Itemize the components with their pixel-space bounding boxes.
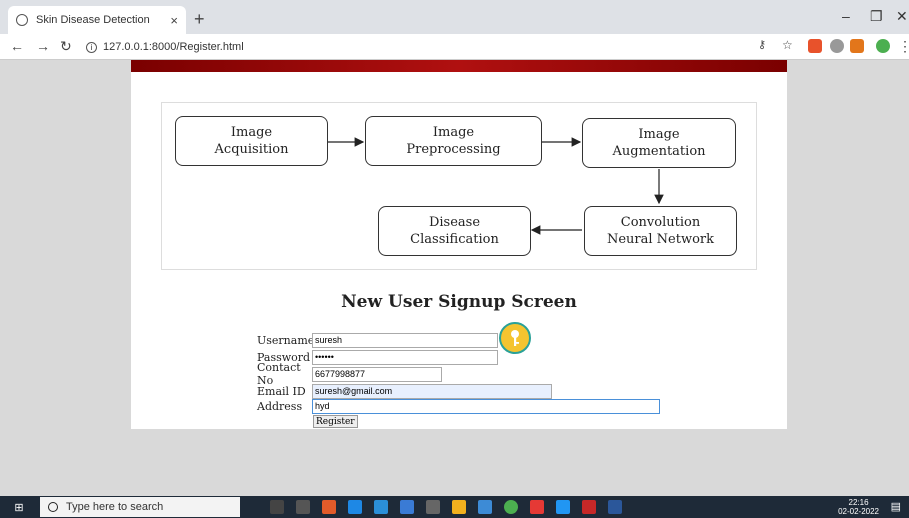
username-label: Username	[257, 333, 315, 347]
edge-icon[interactable]	[348, 500, 362, 514]
tab-close-icon[interactable]: ×	[170, 13, 178, 28]
windows-start-icon[interactable]: ⊞	[8, 496, 30, 518]
tab-strip: Skin Disease Detection × + – ❐ ✕	[0, 0, 909, 34]
username-input[interactable]	[312, 332, 498, 348]
diagram-node-cnn: Convolution Neural Network	[584, 206, 737, 256]
globe-icon	[16, 14, 28, 26]
email-label: Email ID	[257, 384, 306, 398]
star-icon[interactable]: ☆	[782, 38, 793, 52]
word-icon[interactable]	[608, 500, 622, 514]
contact-row: Contact No	[257, 361, 442, 387]
back-icon[interactable]: ←	[10, 38, 24, 54]
metamask-icon[interactable]	[850, 39, 864, 53]
url-text: 127.0.0.1:8000/Register.html	[103, 41, 244, 53]
extension-icon[interactable]	[830, 39, 844, 53]
minimize-icon[interactable]: –	[842, 8, 850, 24]
email-row: Email ID	[257, 383, 552, 399]
register-button[interactable]: Register	[313, 415, 358, 428]
search-placeholder: Type here to search	[66, 501, 164, 513]
address-input[interactable]	[312, 398, 660, 414]
extension-icon[interactable]	[808, 39, 822, 53]
password-input[interactable]	[312, 349, 498, 365]
task-view-icon[interactable]	[296, 500, 310, 514]
app-icon[interactable]	[478, 500, 492, 514]
app-icon[interactable]	[322, 500, 336, 514]
header-banner	[131, 60, 787, 72]
chrome-icon[interactable]	[504, 500, 518, 514]
system-clock[interactable]: 22:16 02-02-2022	[838, 498, 879, 516]
taskbar-search[interactable]: Type here to search	[40, 497, 240, 517]
app-icon[interactable]	[426, 500, 440, 514]
reload-icon[interactable]: ↻	[60, 38, 72, 55]
maximize-icon[interactable]: ❐	[870, 8, 883, 25]
diagram-node-augmentation: Image Augmentation	[582, 118, 736, 168]
browser-tab[interactable]: Skin Disease Detection ×	[8, 6, 186, 34]
app-icon[interactable]	[400, 500, 414, 514]
file-explorer-icon[interactable]	[452, 500, 466, 514]
profile-avatar[interactable]	[876, 39, 890, 53]
workflow-diagram: Image Acquisition Image Preprocessing Imag…	[161, 102, 757, 270]
diagram-node-classification: Disease Classification	[378, 206, 531, 256]
address-row: Address	[257, 398, 660, 414]
tab-title: Skin Disease Detection	[36, 14, 150, 26]
key-icon[interactable]: ⚷	[758, 38, 766, 51]
info-icon[interactable]: i	[86, 41, 97, 53]
app-icon[interactable]	[556, 500, 570, 514]
main-card: Image Acquisition Image Preprocessing Imag…	[131, 72, 787, 429]
app-icon[interactable]	[374, 500, 388, 514]
windows-taskbar: ⊞ Type here to search 22:16 02-02-2022 ▤	[0, 496, 909, 518]
app-icon[interactable]	[582, 500, 596, 514]
notification-icon[interactable]: ▤	[891, 500, 901, 513]
email-input[interactable]	[312, 383, 552, 399]
username-row: Username	[257, 332, 498, 348]
password-manager-key-icon[interactable]	[499, 322, 531, 354]
address-toolbar: ← → ↻ i 127.0.0.1:8000/Register.html ⚷ ☆…	[0, 34, 909, 60]
forward-icon[interactable]: →	[36, 38, 50, 54]
app-icon[interactable]	[530, 500, 544, 514]
diagram-node-preprocessing: Image Preprocessing	[365, 116, 542, 166]
address-bar[interactable]: i 127.0.0.1:8000/Register.html	[86, 37, 746, 57]
contact-input[interactable]	[312, 366, 442, 382]
address-label: Address	[257, 399, 303, 413]
menu-icon[interactable]: ⋮	[898, 38, 909, 55]
window-close-icon[interactable]: ✕	[896, 8, 908, 25]
page-title: New User Signup Screen	[341, 292, 577, 312]
new-tab-button[interactable]: +	[194, 9, 205, 30]
search-icon	[48, 502, 58, 512]
page-content: Image Acquisition Image Preprocessing Imag…	[0, 60, 909, 496]
diagram-node-acquisition: Image Acquisition	[175, 116, 328, 166]
mic-icon[interactable]	[270, 500, 284, 514]
